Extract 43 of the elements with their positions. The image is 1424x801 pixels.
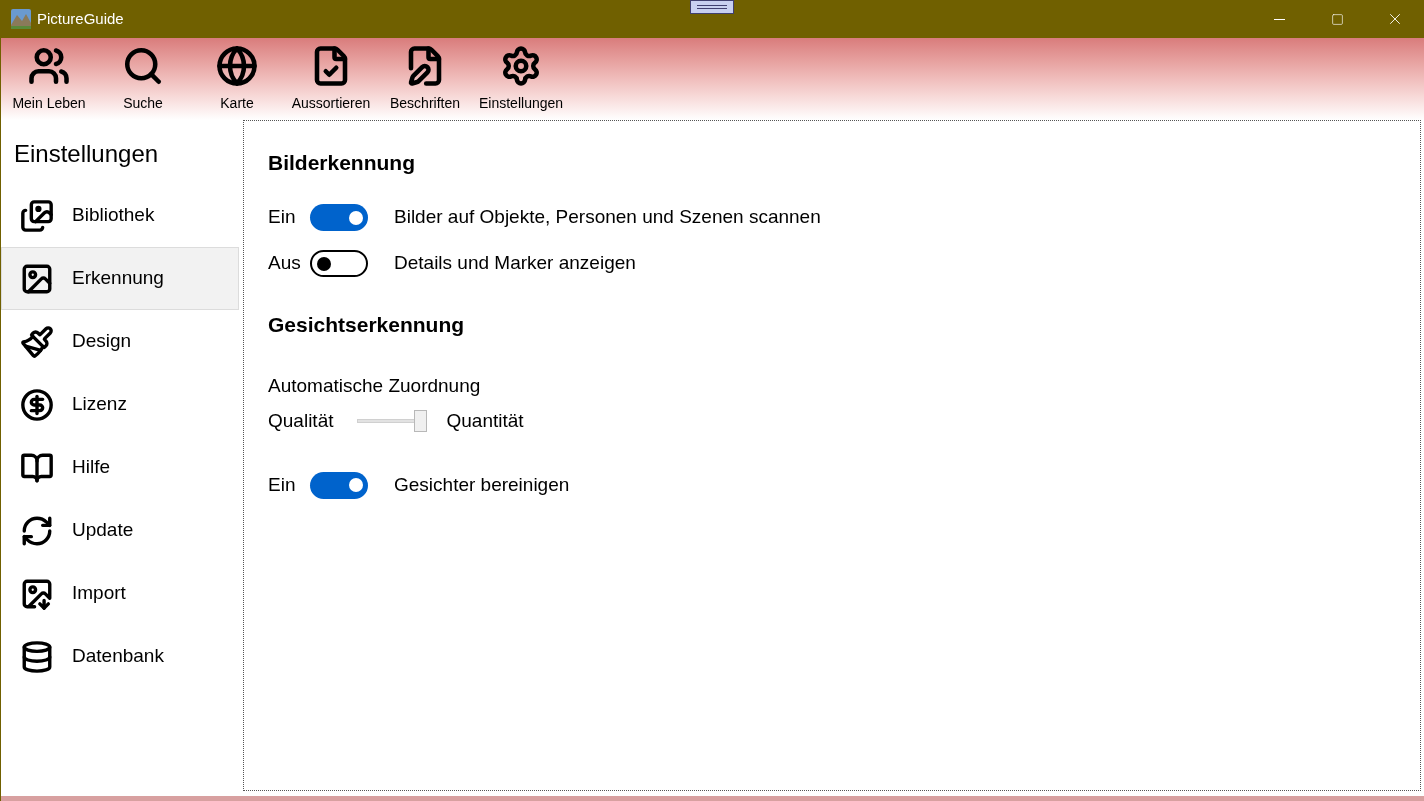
toolbar-button[interactable]: Einstellungen [477, 45, 566, 114]
toggle-switch[interactable] [310, 471, 368, 499]
sidebar-item[interactable]: Hilfe [1, 436, 239, 499]
toggle-switch[interactable] [310, 204, 368, 231]
sidebar-item[interactable]: Datenbank [1, 625, 239, 688]
toggle-state-label: Ein [268, 472, 297, 497]
toolbar-button[interactable]: Mein Leben [7, 45, 91, 114]
sidebar-item[interactable]: Erkennung [1, 247, 239, 310]
slider-thumb[interactable] [414, 410, 428, 432]
toggle-switch[interactable] [310, 250, 368, 277]
globe-icon [216, 45, 258, 87]
people-icon [28, 45, 70, 87]
setting-label: Bilder auf Objekte, Personen und Szenen scannen [394, 205, 821, 230]
database-icon [20, 639, 54, 674]
sidebar-item[interactable]: Update [1, 499, 239, 562]
sidebar-item[interactable]: Import [1, 562, 239, 625]
app-logo-icon [11, 9, 31, 29]
setting-label: Automatische Zuordnung [268, 373, 481, 398]
section-heading: Gesichtserkennung [268, 311, 466, 338]
sidebar-title: Einstellungen [14, 139, 160, 169]
setting-label: Details und Marker anzeigen [394, 251, 636, 276]
dollar-coin-icon [20, 387, 54, 422]
toolbar-button[interactable]: Karte [195, 45, 279, 114]
section-heading: Bilderkennung [268, 150, 416, 176]
toolbar-button[interactable]: Aussortieren [289, 45, 373, 114]
sidebar-item[interactable]: Bibliothek [1, 184, 239, 247]
drag-handle-icon[interactable] [690, 0, 734, 14]
search-icon [122, 45, 164, 87]
toggle-state-label: Aus [268, 251, 302, 276]
sidebar-item[interactable]: Lizenz [1, 373, 239, 436]
slider-right-label: Quantität [446, 408, 524, 433]
paintbrush-icon [20, 324, 54, 359]
slider[interactable] [357, 410, 428, 432]
window-title: PictureGuide [37, 8, 124, 29]
toolbar-button[interactable]: Beschriften [383, 45, 467, 114]
setting-label: Gesichter bereinigen [394, 472, 570, 497]
slider-left-label: Qualität [268, 408, 334, 433]
maximize-icon [1330, 12, 1344, 26]
sidebar-item[interactable]: Design [1, 310, 239, 373]
toggle-state-label: Ein [268, 205, 297, 230]
minimize-icon [1273, 18, 1285, 20]
toolbar-button[interactable]: Suche [101, 45, 185, 114]
pictures-icon [20, 198, 54, 233]
